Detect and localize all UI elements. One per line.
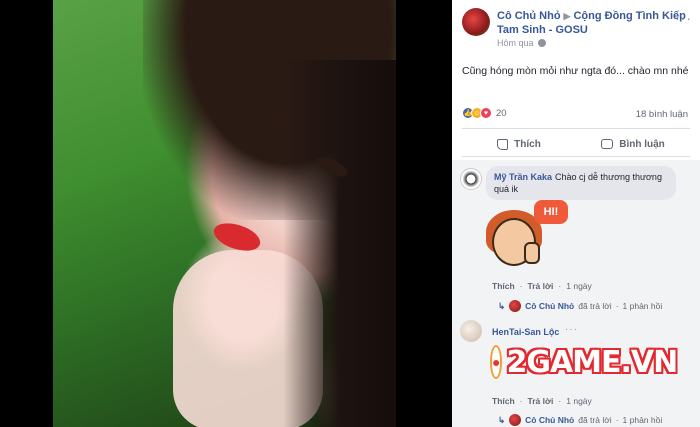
reaction-count: 20: [496, 107, 507, 119]
post-time[interactable]: Hôm qua: [497, 38, 534, 48]
globe-icon: [537, 39, 546, 47]
reply-count: 1 phản hồi: [622, 415, 663, 425]
commenter-avatar[interactable]: [460, 320, 482, 342]
post-photo[interactable]: [53, 0, 396, 427]
divider: [462, 156, 690, 157]
reply-arrow-icon: ↳: [498, 414, 506, 425]
comment-reply-link[interactable]: Trả lời: [528, 396, 554, 406]
reply-author: Cô Chủ Nhỏ: [525, 301, 575, 311]
comment-bubble: Mỹ Trần Kaka Chào cj dễ thương thương quá…: [486, 166, 676, 200]
comments-list: Mỹ Trần Kaka Chào cj dễ thương thương quá…: [452, 160, 700, 427]
commenter-name[interactable]: HenTai-San Lộc: [492, 327, 559, 337]
more-options-icon[interactable]: ···: [675, 10, 692, 26]
comment-more-icon[interactable]: ···: [565, 324, 578, 335]
reactions-summary[interactable]: 👍 ☺ ♥ 20: [462, 107, 507, 119]
post-text: Cũng hóng mòn mỏi như ngta đó... chào mn…: [462, 65, 689, 77]
like-button-label: Thích: [514, 138, 541, 150]
post-time-row: Hôm qua: [497, 38, 546, 48]
hi-sticker: HI!: [484, 200, 572, 280]
reply-text: đã trả lời: [578, 415, 612, 425]
reply-summary[interactable]: ↳ Cô Chủ Nhỏ đã trả lời · 1 phản hồi: [498, 414, 662, 426]
site-watermark: ● 2GAME.VN: [490, 340, 678, 384]
comment-button[interactable]: Bình luận: [576, 133, 690, 155]
photo-viewer: [0, 0, 452, 427]
like-button[interactable]: Thích: [462, 133, 576, 155]
commenter-avatar[interactable]: [460, 168, 482, 190]
comment-button-label: Bình luận: [619, 138, 665, 150]
love-reaction-icon: ♥: [480, 107, 492, 119]
post-actions: Thích Bình luận: [462, 133, 690, 155]
reply-count: 1 phản hồi: [622, 301, 663, 311]
thumbs-up-icon: [497, 138, 509, 150]
author-avatar[interactable]: [462, 8, 490, 36]
comment-meta: Thích · Trả lời · 1 ngày: [492, 281, 592, 291]
author-name[interactable]: Cô Chủ Nhỏ: [497, 10, 561, 22]
comment-meta: Thích · Trả lời · 1 ngày: [492, 396, 592, 406]
reply-author: Cô Chủ Nhỏ: [525, 415, 575, 425]
watermark-text: 2GAME.VN: [506, 344, 678, 380]
post-author-line: Cô Chủ Nhỏ ▶ Cộng Đồng Tình Kiếp Tam Sinh …: [497, 9, 697, 37]
reply-avatar: [509, 414, 522, 426]
reply-avatar: [509, 300, 522, 312]
mascot-icon: ●: [490, 345, 503, 379]
comment-time[interactable]: 1 ngày: [566, 281, 592, 291]
divider: [462, 128, 690, 129]
comment-time[interactable]: 1 ngày: [566, 396, 592, 406]
commenter-name[interactable]: Mỹ Trần Kaka: [494, 172, 552, 182]
comment-count[interactable]: 18 bình luận: [636, 109, 688, 120]
reply-text: đã trả lời: [578, 301, 612, 311]
reply-arrow-icon: ↳: [498, 300, 506, 311]
comment-reply-link[interactable]: Trả lời: [528, 281, 554, 291]
reply-summary[interactable]: ↳ Cô Chủ Nhỏ đã trả lời · 1 phản hồi: [498, 300, 662, 312]
sticker-text: HI!: [534, 200, 568, 224]
comment-like-link[interactable]: Thích: [492, 281, 515, 291]
comment-icon: [601, 139, 614, 149]
comment-like-link[interactable]: Thích: [492, 396, 515, 406]
arrow-right-icon: ▶: [563, 11, 571, 21]
